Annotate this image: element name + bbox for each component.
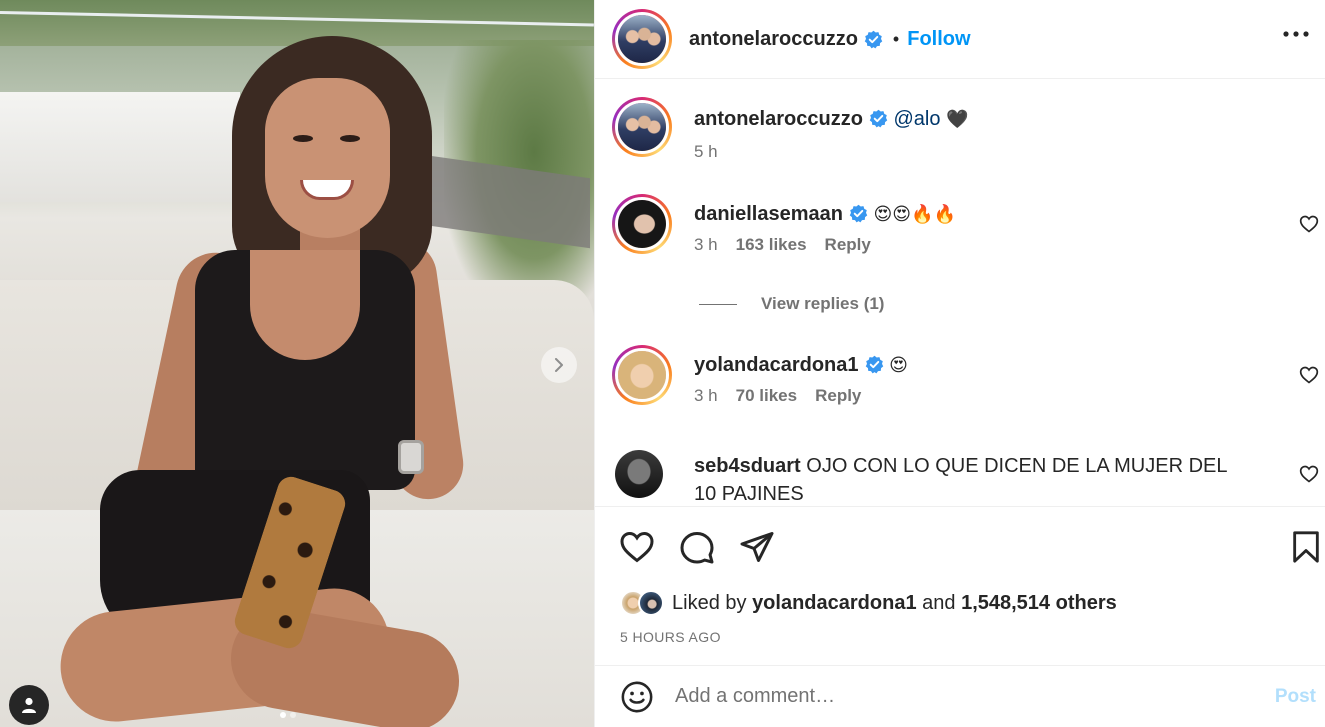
commenter-avatar[interactable] xyxy=(612,345,672,405)
comment-username[interactable]: daniellasemaan xyxy=(694,203,843,225)
commenter-avatar[interactable] xyxy=(612,194,672,254)
liked-by-others[interactable]: 1,548,514 others xyxy=(961,592,1117,614)
like-button[interactable] xyxy=(617,527,657,567)
post-comment-button[interactable]: Post xyxy=(1275,686,1316,708)
caption-time[interactable]: 5 h xyxy=(694,142,718,162)
heart-icon[interactable] xyxy=(1299,214,1319,234)
more-icon xyxy=(1283,31,1309,37)
verified-icon xyxy=(865,355,883,374)
verified-icon xyxy=(869,109,888,128)
emoji-button[interactable] xyxy=(619,679,655,715)
carousel-dot-1[interactable] xyxy=(280,712,286,718)
comment-likes[interactable]: 70 likes xyxy=(736,386,797,406)
carousel-dot-2[interactable] xyxy=(290,712,296,718)
comment-username[interactable]: seb4sduart xyxy=(694,455,801,477)
instagram-post-modal: antonelaroccuzzo • Follow antonelaroccuz… xyxy=(0,0,1325,727)
post-header: antonelaroccuzzo • Follow xyxy=(595,0,1325,79)
caption-avatar[interactable] xyxy=(612,97,672,157)
share-button[interactable] xyxy=(737,527,777,567)
caption-emoji: 🖤 xyxy=(946,109,969,130)
comment-input[interactable] xyxy=(675,685,1235,708)
more-options-button[interactable] xyxy=(1276,22,1316,46)
follow-button[interactable]: Follow xyxy=(907,28,970,51)
action-bar xyxy=(595,506,1325,586)
post-time[interactable]: 5 HOURS AGO xyxy=(620,629,721,645)
post-photo[interactable] xyxy=(0,0,594,727)
comment-time[interactable]: 3 h xyxy=(694,386,718,406)
heart-icon[interactable] xyxy=(1299,464,1319,484)
carousel-dots xyxy=(280,712,296,718)
reply-button[interactable]: Reply xyxy=(815,386,861,406)
header-separator: • xyxy=(892,28,900,49)
emoji-icon xyxy=(621,681,653,712)
heart-icon xyxy=(620,531,654,563)
liker-avatar[interactable] xyxy=(638,590,664,616)
comments-list[interactable]: antonelaroccuzzo @alo 🖤 5 h daniellasema… xyxy=(595,80,1325,506)
comment-item: seb4sduart OJO CON LO QUE DICEN DE LA MU… xyxy=(615,450,1325,505)
comment-time[interactable]: 3 h xyxy=(694,235,718,255)
view-replies-button[interactable]: View replies (1) xyxy=(699,294,884,314)
chevron-right-icon xyxy=(555,358,563,372)
comment-username[interactable]: yolandacardona1 xyxy=(694,354,859,376)
user-tag-icon xyxy=(22,697,36,713)
verified-icon xyxy=(849,204,868,223)
verified-icon xyxy=(864,30,883,48)
post-side-panel: antonelaroccuzzo • Follow antonelaroccuz… xyxy=(594,0,1325,727)
carousel-next-button[interactable] xyxy=(541,347,577,383)
wrist-watch xyxy=(398,440,424,474)
add-comment-bar: Post xyxy=(595,665,1325,727)
caption-username[interactable]: antonelaroccuzzo xyxy=(694,108,863,130)
liked-by-row: Liked by yolandacardona1 and 1,548,514 o… xyxy=(620,590,1117,616)
share-icon xyxy=(740,532,774,562)
heart-icon[interactable] xyxy=(1299,365,1319,385)
view-replies-label: View replies (1) xyxy=(761,294,885,313)
bookmark-icon xyxy=(1293,531,1319,563)
tagged-users-button[interactable] xyxy=(9,685,49,725)
comment-likes[interactable]: 163 likes xyxy=(736,235,807,255)
comment-button[interactable] xyxy=(677,527,717,567)
caption-mention[interactable]: @alo xyxy=(893,108,940,130)
comment-icon xyxy=(680,532,714,564)
comment-text: 😍😍🔥🔥 xyxy=(873,204,956,225)
commenter-avatar[interactable] xyxy=(615,450,663,498)
save-button[interactable] xyxy=(1286,527,1325,567)
liked-by-and: and xyxy=(922,591,956,614)
comment-text: 😍 xyxy=(889,355,908,376)
liked-by-prefix: Liked by xyxy=(672,591,747,614)
liked-by-text: Liked by yolandacardona1 and 1,548,514 o… xyxy=(672,592,1117,615)
reply-button[interactable]: Reply xyxy=(825,235,871,255)
liked-by-user[interactable]: yolandacardona1 xyxy=(752,592,917,614)
author-avatar[interactable] xyxy=(612,9,672,69)
author-username[interactable]: antonelaroccuzzo xyxy=(689,28,858,51)
